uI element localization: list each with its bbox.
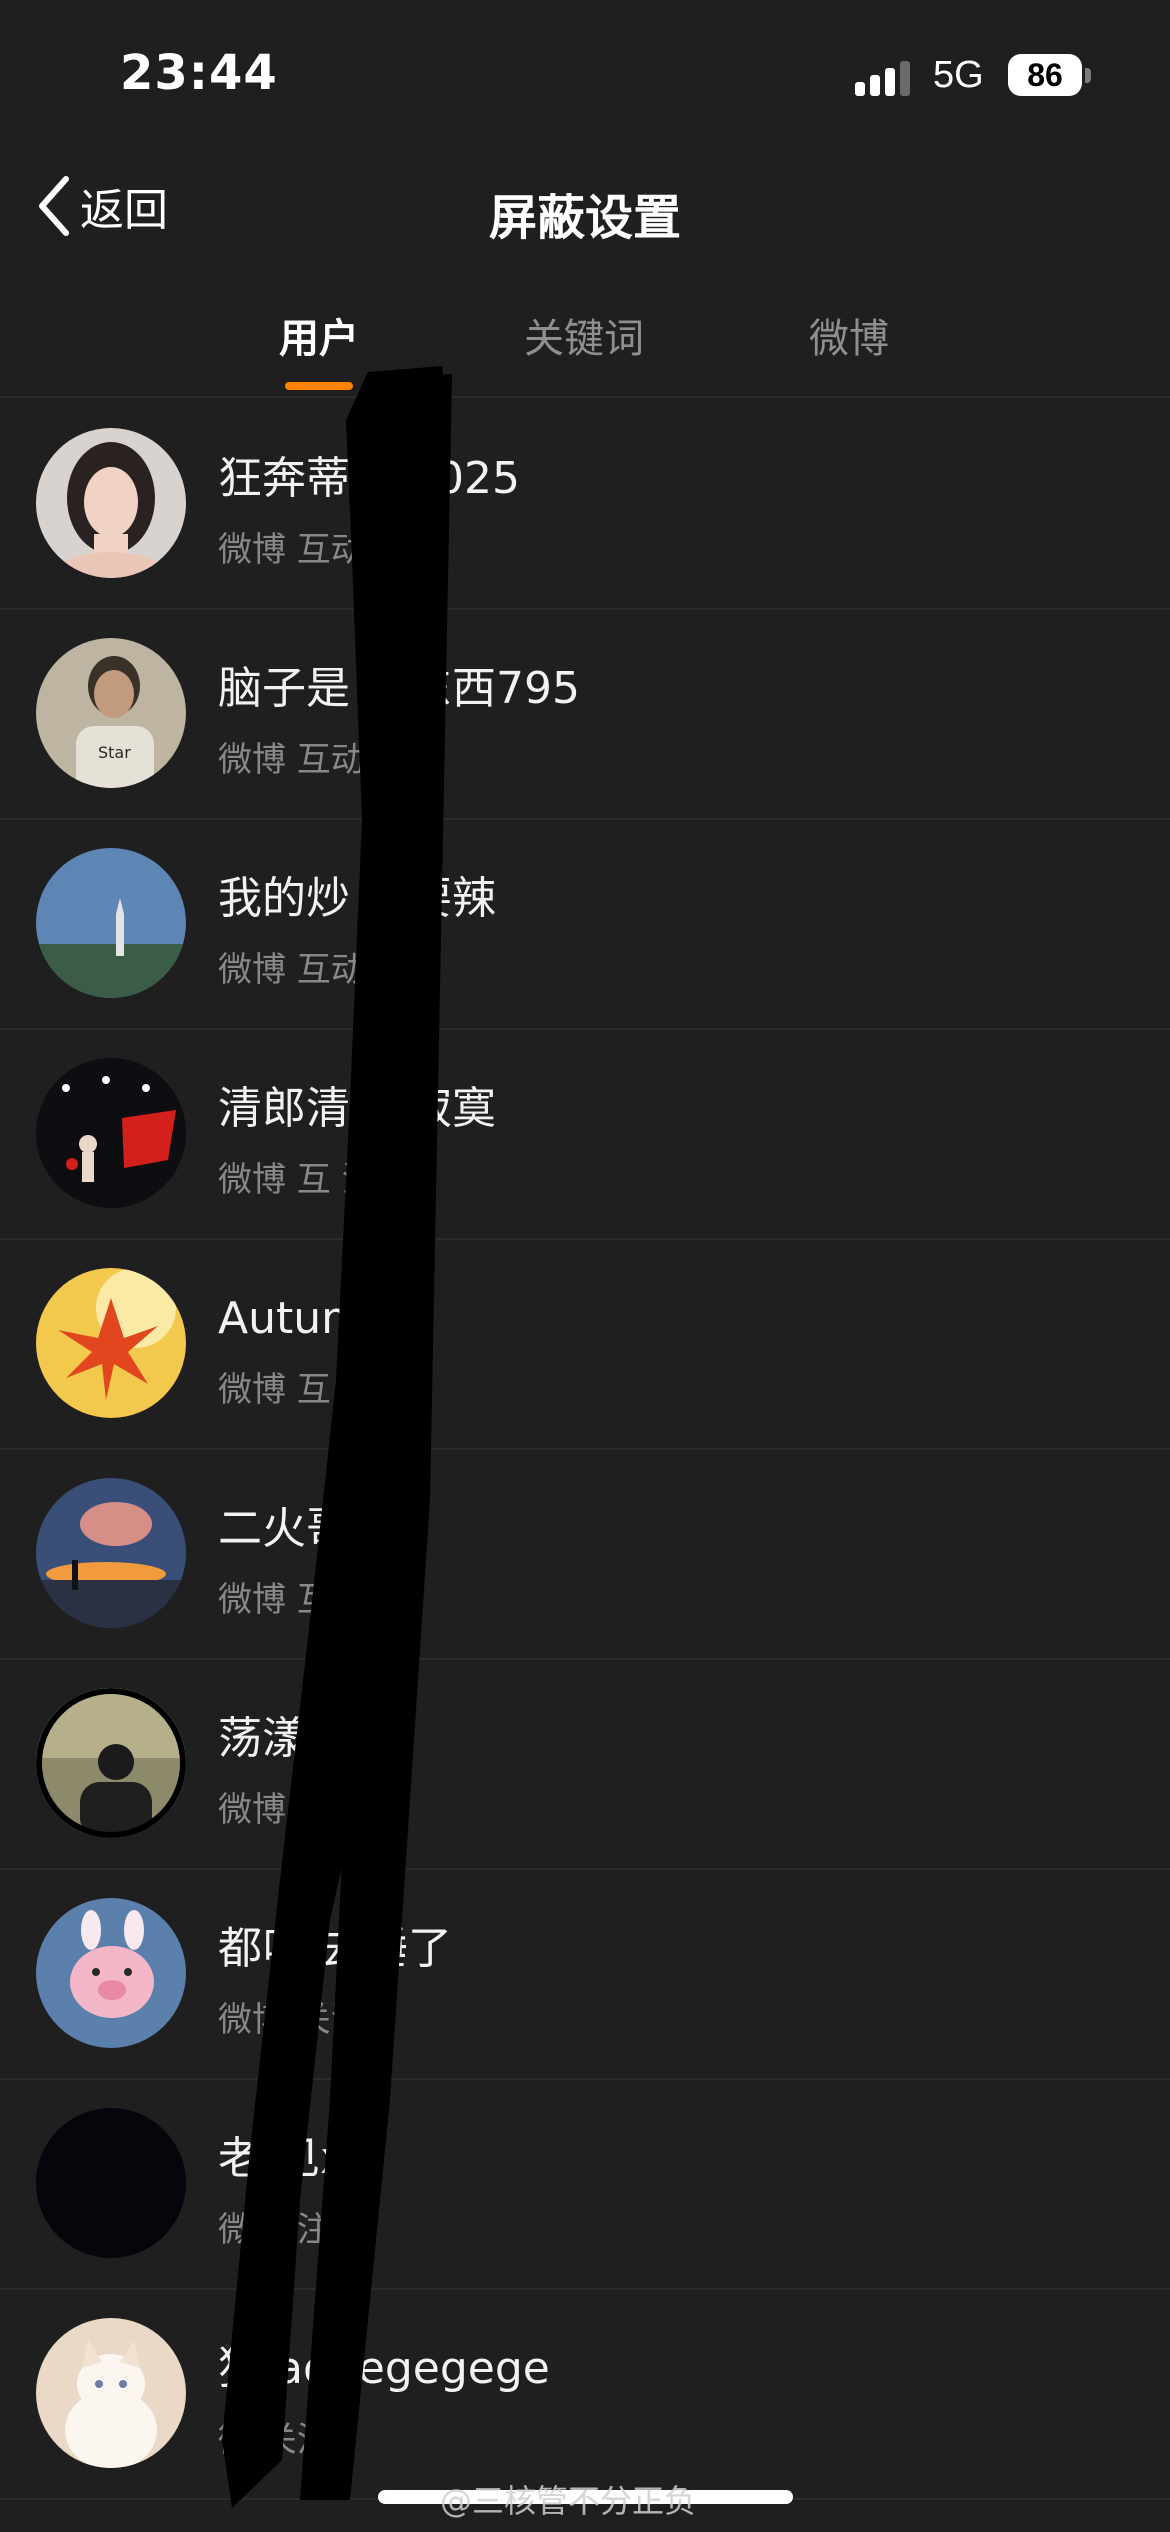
user-block-scope: 微博 互 关注 [218, 1580, 410, 1620]
user-name: 都叫 去睡了 [218, 1923, 452, 1974]
signal-icon [855, 60, 915, 100]
page-title: 屏蔽设置 [488, 190, 681, 246]
blocked-user-row[interactable]: 荡漾 娃 微博 关注 [0, 1660, 1170, 1870]
user-name: 狗 aogegegege [218, 2343, 550, 2394]
avatar [36, 1688, 186, 1838]
avatar [36, 1898, 186, 2048]
tab-weibo[interactable]: 微博 [749, 306, 949, 364]
blocked-user-row[interactable]: 都叫 去睡了 微博 关注 [0, 1870, 1170, 2080]
blocked-user-row[interactable]: Autum 邱 微博 互 关注 [0, 1240, 1170, 1450]
status-bar: 23:44 5G 86 [0, 0, 1170, 150]
user-name: 二火哥 [218, 1503, 350, 1554]
blocked-user-row[interactable]: 狂奔蒂 丰2025 微博 互动 注 [0, 400, 1170, 610]
battery-icon: 86 [1008, 54, 1082, 96]
tab-users[interactable]: 用户 [219, 306, 419, 364]
blocked-user-row[interactable]: 狗 aogegegege 微 关注 [0, 2290, 1170, 2500]
user-name: 荡漾 娃 [218, 1713, 364, 1764]
user-name: 清郎清 个寂寞 [218, 1083, 496, 1134]
avatar [36, 1478, 186, 1628]
avatar [36, 2108, 186, 2258]
user-name: 狂奔蒂 丰2025 [218, 453, 520, 504]
active-tab-indicator [285, 382, 353, 390]
user-block-scope: 微博 关注 [218, 2000, 365, 2040]
svg-text:Star: Star [98, 743, 131, 762]
user-block-scope: 微博 互动 注 [218, 740, 410, 780]
user-block-scope: 微博 互 注 [218, 1160, 376, 1200]
user-block-scope: 微 关注 [218, 2210, 331, 2250]
avatar [36, 428, 186, 578]
avatar [36, 848, 186, 998]
tab-keywords[interactable]: 关键词 [484, 306, 684, 364]
watermark: @三核管不分正负 [440, 2482, 697, 2520]
blocked-user-list: 狂奔蒂 丰2025 微博 互动 注 Star 脑子是 好东西795 微博 互动 … [0, 400, 1170, 2500]
network-type: 5G [933, 54, 984, 96]
user-block-scope: 微博 互动 注 [218, 530, 410, 570]
user-block-scope: 微博 互 关注 [218, 1370, 410, 1410]
user-block-scope: 微 关注 [218, 2420, 331, 2460]
blocked-user-row[interactable]: 二火哥 微博 互 关注 [0, 1450, 1170, 1660]
user-name: 脑子是 好东西795 [218, 663, 580, 714]
avatar: Star [36, 638, 186, 788]
status-time: 23:44 [120, 45, 278, 101]
tab-bar: 用户 关键词 微博 [0, 290, 1170, 398]
nav-bar: 返回 屏蔽设置 [0, 150, 1170, 270]
avatar [36, 1058, 186, 1208]
blocked-user-row[interactable]: 清郎清 个寂寞 微博 互 注 [0, 1030, 1170, 1240]
user-name: Autum 邱 [218, 1293, 422, 1344]
avatar [36, 2318, 186, 2468]
avatar [36, 1268, 186, 1418]
battery-cap [1085, 68, 1091, 83]
user-name: 我的炒 不要辣 [218, 873, 496, 924]
user-block-scope: 微博 互动 注 [218, 950, 410, 990]
user-block-scope: 微博 关注 [218, 1790, 365, 1830]
battery-level: 86 [1027, 57, 1063, 93]
blocked-user-row[interactable]: 老 见xy 微 关注 [0, 2080, 1170, 2290]
blocked-user-row[interactable]: Star 脑子是 好东西795 微博 互动 注 [0, 610, 1170, 820]
user-name: 老 见xy [218, 2133, 373, 2184]
blocked-user-row[interactable]: 我的炒 不要辣 微博 互动 注 [0, 820, 1170, 1030]
